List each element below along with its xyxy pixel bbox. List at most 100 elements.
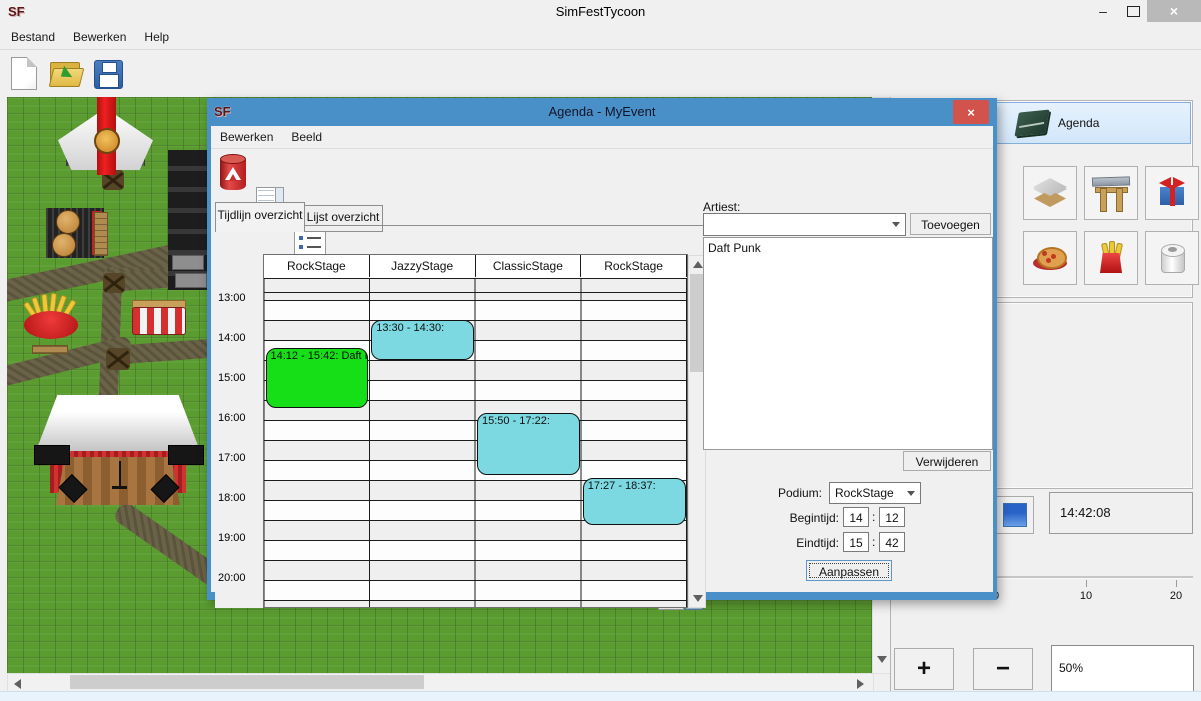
app-window: SF SimFestTycoon – × BestandBewerkenHelp [0, 0, 1201, 701]
dialog-toolbar [217, 152, 617, 198]
dialog-title: Agenda - MyEvent [207, 104, 997, 119]
clock-value: 14:42:08 [1060, 505, 1111, 520]
play-icon [1003, 503, 1027, 527]
scroll-down-icon[interactable] [877, 656, 887, 663]
gift-icon [1153, 174, 1191, 212]
map-hscrollbar[interactable] [7, 673, 874, 692]
open-file-button[interactable] [48, 53, 84, 93]
end-hour-input[interactable]: 15 [843, 532, 869, 552]
main-menubar: BestandBewerkenHelp [0, 26, 1201, 50]
start-hour-input[interactable]: 14 [843, 507, 869, 527]
end-min-input[interactable]: 42 [879, 532, 905, 552]
schedule-event[interactable]: 15:50 - 17:22: [477, 413, 580, 474]
tab-list-overview[interactable]: Lijst overzicht [303, 205, 383, 232]
start-min-input[interactable]: 12 [879, 507, 905, 527]
map-hscroll-thumb[interactable] [70, 675, 424, 689]
fries-icon [1092, 239, 1130, 277]
dialog-menu-item-beeld[interactable]: Beeld [282, 126, 331, 147]
dialog-menubar: BewerkenBeeld [211, 126, 993, 149]
podium-label: Podium: [760, 486, 822, 500]
slider-tick-label: 10 [1080, 590, 1092, 602]
save-file-button[interactable] [90, 54, 126, 94]
menu-item-bestand[interactable]: Bestand [2, 26, 64, 47]
shop-item-toilet-paper[interactable] [1145, 231, 1199, 285]
menu-item-help[interactable]: Help [135, 26, 178, 47]
zoom-level-field[interactable]: 50% [1051, 645, 1194, 692]
slider-tick [1086, 580, 1087, 587]
close-button[interactable]: × [1147, 0, 1201, 22]
schedule-event[interactable]: 13:30 - 14:30: [371, 320, 474, 360]
remove-artist-button[interactable]: Verwijderen [903, 451, 991, 471]
tent-logo-icon [94, 128, 120, 154]
shop-item-gate[interactable] [1084, 166, 1138, 220]
statusbar [0, 691, 1201, 701]
new-file-button[interactable] [6, 53, 42, 93]
grid-scroll-thumb[interactable] [690, 274, 704, 372]
start-time-label: Begintijd: [759, 511, 839, 525]
time-separator: : [872, 510, 875, 524]
microphone [119, 461, 121, 487]
slider-tick [1176, 580, 1177, 587]
dialog-titlebar[interactable]: SF Agenda - MyEvent × [207, 98, 997, 126]
minimize-button[interactable]: – [1090, 0, 1116, 22]
artist-listbox[interactable]: Daft Punk [703, 237, 993, 450]
floor-tile-icon [1031, 174, 1069, 212]
end-time-label: Eindtijd: [759, 536, 839, 550]
main-titlebar: SF SimFestTycoon – × [0, 0, 1201, 27]
save-file-icon [94, 60, 123, 89]
stage-header-row: RockStageJazzyStageClassicStageRockStage [264, 255, 687, 279]
add-artist-button[interactable]: Toevoegen [910, 213, 991, 235]
schedule-grid[interactable]: RockStageJazzyStageClassicStageRockStage… [263, 254, 688, 608]
toilet-paper-icon [1153, 239, 1191, 277]
drinks-booth[interactable] [132, 300, 186, 334]
slider-tick-label: 20 [1170, 590, 1182, 602]
artist-combobox[interactable] [703, 213, 906, 236]
dialog-body: BewerkenBeeld Tijdlijn overzicht Lijst o… [207, 126, 997, 600]
time-gutter: 13:0014:0015:0016:0017:0018:0019:0020:00 [215, 254, 263, 608]
artist-list-item[interactable]: Daft Punk [704, 238, 992, 258]
grid-scroll-up-icon[interactable] [693, 261, 703, 268]
dialog-close-button[interactable]: × [953, 100, 989, 124]
path-node [103, 273, 125, 293]
stage-column-header: JazzyStage [370, 255, 476, 277]
play-pause-button[interactable] [996, 496, 1034, 534]
schedule-grid-body[interactable]: 14:12 - 15:42: Daft Punk13:30 - 14:30: 15… [264, 279, 687, 607]
speaker-slab [175, 273, 207, 288]
chevron-down-icon [892, 222, 900, 231]
hour-label: 20:00 [218, 572, 262, 584]
menu-item-bewerken[interactable]: Bewerken [64, 26, 135, 47]
sidebar-item-label: Agenda [1058, 116, 1099, 130]
stage-column-header: ClassicStage [476, 255, 582, 277]
hour-label: 16:00 [218, 412, 262, 424]
scroll-left-icon[interactable] [14, 679, 21, 689]
scroll-right-icon[interactable] [857, 679, 864, 689]
shop-item-floor-tile[interactable] [1023, 166, 1077, 220]
delete-event-icon[interactable] [220, 156, 246, 190]
artist-label: Artiest: [703, 200, 717, 214]
schedule-event-selected[interactable]: 14:12 - 15:42: Daft Punk [266, 348, 369, 408]
timeline-grid: 13:0014:0015:0016:0017:0018:0019:0020:00… [215, 254, 707, 610]
zoom-out-button[interactable]: − [973, 648, 1033, 690]
speaker-slab [172, 255, 204, 270]
hour-label: 17:00 [218, 452, 262, 464]
shop-item-fries[interactable] [1084, 231, 1138, 285]
hour-label: 13:00 [218, 292, 262, 304]
zoom-in-button[interactable]: + [894, 648, 954, 690]
podium-combobox[interactable]: RockStage [829, 482, 921, 504]
shop-item-gift[interactable] [1145, 166, 1199, 220]
maximize-icon [1127, 6, 1140, 17]
tab-timeline-overview[interactable]: Tijdlijn overzicht [215, 202, 305, 232]
shop-item-pizza[interactable] [1023, 231, 1077, 285]
fries-stand[interactable] [24, 297, 80, 347]
hour-label: 19:00 [218, 532, 262, 544]
schedule-event[interactable]: 17:27 - 18:37: [583, 478, 686, 525]
dialog-menu-item-bewerken[interactable]: Bewerken [211, 126, 282, 147]
grid-scroll-down-icon[interactable] [693, 595, 703, 602]
plank-stack [94, 212, 108, 256]
apply-button[interactable]: Aanpassen [806, 560, 892, 581]
maximize-button[interactable] [1120, 0, 1146, 22]
main-toolbar [0, 50, 1201, 96]
stage-column-header: RockStage [264, 255, 370, 277]
main-stage[interactable] [36, 393, 206, 508]
path-node [106, 348, 130, 370]
